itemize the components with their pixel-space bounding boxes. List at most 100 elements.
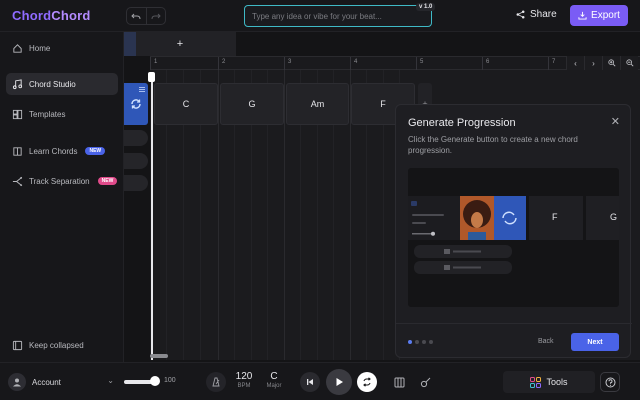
home-icon (13, 43, 22, 53)
help-button[interactable] (600, 372, 620, 392)
bar-number: 6 (486, 59, 490, 65)
undo-redo-group (126, 7, 166, 25)
add-track-label: + (176, 38, 184, 50)
tools-label: Tools (546, 377, 568, 387)
step-dot (408, 340, 412, 344)
sidebar-item-chord-studio[interactable]: Chord Studio (6, 73, 118, 95)
bpm-label: BPM (237, 383, 251, 389)
account-label: Account (32, 377, 61, 387)
chord-block[interactable]: C (154, 83, 218, 125)
bar-number: 4 (354, 59, 358, 65)
modal-footer: Back Next (396, 323, 632, 359)
prompt-input-wrapper (244, 5, 432, 27)
tools-grid-icon (530, 376, 542, 388)
play-icon (336, 378, 343, 386)
logo[interactable]: ChordChord (12, 8, 91, 23)
sidebar-item-label: Home (29, 43, 51, 53)
sidebar-item-learn-chords[interactable]: Learn Chords NEW (6, 140, 118, 162)
sidebar-item-label: Chord Studio (29, 79, 76, 89)
track-header-tab (124, 32, 136, 56)
scroll-left-icon[interactable]: ‹ (566, 56, 584, 70)
version-badge: v 1.0 (416, 3, 436, 11)
generate-progression-modal: Generate Progression ✕ Click the Generat… (395, 104, 632, 359)
piano-icon (394, 377, 404, 387)
ruler-line (218, 57, 219, 71)
bpm-value: 120 (235, 371, 253, 382)
sidebar-item-track-separation[interactable]: Track Separation NEW (6, 170, 118, 192)
step-dot (422, 340, 426, 344)
book-icon (13, 146, 22, 156)
skip-back-button[interactable] (300, 372, 320, 392)
add-track-button[interactable]: + (124, 32, 236, 56)
metronome-button[interactable] (206, 372, 226, 392)
piano-button[interactable] (389, 372, 409, 392)
step-dot (415, 340, 419, 344)
sidebar-item-home[interactable]: Home (6, 37, 118, 59)
key-label: Major (266, 383, 282, 389)
metronome-icon (212, 377, 220, 387)
generate-button[interactable] (124, 83, 148, 125)
bottom-bar: Account ⌄ 100 120 BPM C Major Tools (0, 362, 640, 400)
ruler-line (350, 57, 351, 71)
timeline-controls: ‹ › (566, 56, 640, 70)
ruler-line (482, 57, 483, 71)
key-control[interactable]: C Major (262, 371, 286, 389)
zoom-out-icon[interactable] (620, 56, 638, 70)
account-menu[interactable]: Account ⌄ (8, 372, 116, 392)
chord-block[interactable]: G (220, 83, 284, 125)
redo-icon[interactable] (145, 8, 166, 24)
sidebar-item-label: Templates (29, 109, 66, 119)
music-note-icon (12, 78, 23, 89)
sidebar: Home Chord Studio Templates Learn Chords… (0, 32, 124, 362)
bar-number: 2 (222, 59, 226, 65)
horizontal-scrollbar[interactable] (150, 354, 168, 358)
modal-title: Generate Progression (408, 117, 516, 129)
sidebar-item-label: Learn Chords (29, 146, 78, 156)
logo-text-1: Chord (12, 8, 52, 23)
volume-slider-handle[interactable] (150, 376, 160, 386)
guitar-icon (420, 377, 430, 387)
sidebar-item-label: Track Separation (29, 176, 90, 186)
track-row-pill[interactable] (124, 153, 148, 169)
back-button[interactable]: Back (538, 338, 554, 345)
undo-icon[interactable] (127, 8, 146, 24)
play-button[interactable] (326, 369, 352, 395)
new-badge: NEW (85, 147, 106, 155)
playhead-handle[interactable] (148, 72, 155, 82)
chord-block[interactable]: Am (286, 83, 349, 125)
bpm-control[interactable]: 120 BPM (232, 371, 256, 389)
split-icon (12, 176, 23, 186)
step-dot (429, 340, 433, 344)
prompt-input[interactable] (245, 6, 431, 27)
chevron-down-icon: ⌄ (107, 376, 114, 385)
zoom-in-icon[interactable] (602, 56, 620, 70)
bar-number: 1 (154, 59, 158, 65)
playhead[interactable] (151, 72, 153, 360)
tools-button[interactable]: Tools (503, 371, 595, 393)
volume-value: 100 (164, 377, 176, 384)
share-button[interactable]: Share (516, 9, 557, 20)
bar-number: 3 (288, 59, 292, 65)
logo-text-2: Chord (51, 8, 91, 23)
loop-button[interactable] (357, 372, 377, 392)
sidebar-item-templates[interactable]: Templates (6, 103, 118, 125)
keep-collapsed-button[interactable]: Keep collapsed (6, 334, 118, 356)
app-root: ChordChord v 1.0 Share Export Home (0, 0, 640, 400)
new-badge: NEW (97, 177, 118, 185)
download-icon (578, 11, 587, 20)
step-indicator (408, 340, 433, 344)
bar-number: 7 (552, 59, 556, 65)
next-button[interactable]: Next (571, 333, 619, 351)
track-row-pill[interactable] (124, 175, 148, 191)
scroll-right-icon[interactable]: › (584, 56, 602, 70)
tutorial-preview: F G (408, 168, 619, 307)
guitar-button[interactable] (415, 372, 435, 392)
export-button[interactable]: Export (570, 5, 628, 26)
track-row-pill[interactable] (124, 130, 148, 146)
preview-chord: F (552, 212, 558, 222)
modal-description: Click the Generate button to create a ne… (408, 135, 578, 155)
templates-icon (12, 109, 23, 119)
top-bar: ChordChord v 1.0 Share Export (0, 0, 640, 32)
close-icon[interactable]: ✕ (611, 115, 620, 128)
share-label: Share (530, 9, 557, 20)
